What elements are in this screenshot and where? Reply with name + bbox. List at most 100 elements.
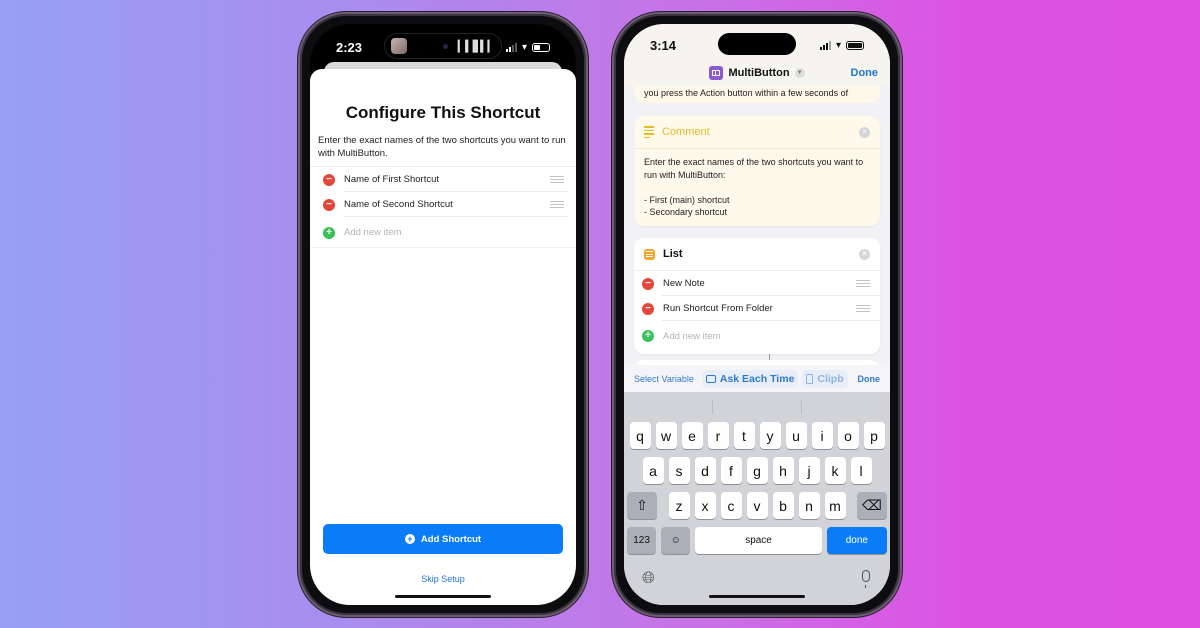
list-item-label[interactable]: Run Shortcut From Folder	[663, 303, 856, 314]
battery-icon	[846, 40, 864, 50]
key[interactable]: b	[772, 492, 794, 519]
list-item-label[interactable]: Name of First Shortcut	[344, 174, 550, 185]
remove-action-icon[interactable]: ×	[859, 248, 870, 260]
key[interactable]: z	[668, 492, 690, 519]
home-indicator[interactable]	[709, 595, 805, 598]
variable-accessory-bar: Select Variable Ask Each Time Clipb Done	[624, 365, 890, 392]
suggestion-slot[interactable]	[713, 400, 802, 414]
suggestion-slot[interactable]	[802, 400, 890, 414]
previous-comment-card: you press the Action button within a few…	[634, 86, 880, 103]
remove-item-icon[interactable]: −	[323, 198, 335, 211]
phone-left-screen: 2:23 ▾ ▎▍▋▍▎ Configure This Shortcut Ent…	[310, 24, 576, 605]
status-icons: ▾	[819, 39, 864, 51]
speech-bubble-icon	[705, 374, 716, 383]
key[interactable]: i	[811, 422, 833, 449]
audio-waveform-icon: ▎▍▋▍▎	[457, 40, 496, 53]
predictive-bar	[624, 392, 890, 422]
list-item[interactable]: − Run Shortcut From Folder	[634, 296, 880, 321]
add-item-icon[interactable]: +	[323, 226, 335, 239]
home-indicator[interactable]	[395, 595, 491, 598]
key[interactable]: d	[694, 457, 716, 484]
comment-card-header: Comment ×	[634, 116, 880, 149]
ask-each-time-button[interactable]: Ask Each Time	[701, 369, 799, 388]
status-time: 2:23	[336, 39, 363, 55]
drag-handle-icon[interactable]	[550, 201, 564, 208]
key[interactable]: w	[655, 422, 677, 449]
space-key[interactable]: space	[695, 527, 822, 554]
clipboard-button[interactable]: Clipb	[802, 369, 848, 388]
plus-circle-icon: +	[404, 534, 415, 544]
list-card-title: List	[663, 248, 683, 260]
navigation-bar: MultiButton ▼ Done	[624, 60, 890, 86]
emoji-key[interactable]: ☺	[661, 527, 691, 554]
list-item[interactable]: − Name of Second Shortcut	[310, 192, 576, 217]
wifi-icon: ▾	[835, 39, 841, 51]
chevron-down-icon: ▼	[794, 68, 805, 78]
list-item-label[interactable]: New Note	[663, 278, 856, 289]
list-item-label[interactable]: Name of Second Shortcut	[344, 199, 550, 210]
microphone-icon[interactable]	[862, 570, 870, 588]
add-item-icon[interactable]: +	[642, 330, 654, 342]
remove-item-icon[interactable]: −	[323, 173, 335, 186]
add-item-row[interactable]: + Add new item	[310, 217, 576, 248]
key[interactable]: y	[759, 422, 781, 449]
globe-icon[interactable]: 🌐︎	[642, 570, 655, 588]
key[interactable]: q	[629, 422, 651, 449]
nav-done-button[interactable]: Done	[851, 67, 879, 79]
add-shortcut-button[interactable]: + Add Shortcut	[323, 524, 563, 554]
remove-item-icon[interactable]: −	[642, 302, 654, 315]
list-action-card[interactable]: List × − New Note − Run Shortcut From Fo…	[634, 238, 880, 354]
key[interactable]: m	[824, 492, 846, 519]
drag-handle-icon[interactable]	[550, 176, 564, 183]
key[interactable]: v	[746, 492, 768, 519]
drag-handle-icon[interactable]	[856, 280, 870, 287]
key[interactable]: j	[798, 457, 820, 484]
list-item[interactable]: − Name of First Shortcut	[310, 167, 576, 192]
shift-key[interactable]: ⇧	[627, 492, 657, 519]
comment-action-card[interactable]: Comment × Enter the exact names of the t…	[634, 116, 880, 226]
emoji-icon: ☺	[670, 535, 681, 546]
accessory-done-button[interactable]: Done	[858, 374, 881, 384]
dynamic-island[interactable]: ▎▍▋▍▎	[384, 33, 502, 59]
key[interactable]: r	[707, 422, 729, 449]
sheet-description: Enter the exact names of the two shortcu…	[318, 135, 566, 159]
key[interactable]: k	[824, 457, 846, 484]
key[interactable]: e	[681, 422, 703, 449]
key[interactable]: f	[720, 457, 742, 484]
comment-text[interactable]: Enter the exact names of the two shortcu…	[634, 149, 880, 226]
keyboard: q w e r t y u i o p a s d f g h j k l ⇧ …	[624, 392, 890, 605]
key[interactable]: t	[733, 422, 755, 449]
key[interactable]: x	[694, 492, 716, 519]
remove-action-icon[interactable]: ×	[859, 126, 870, 138]
phone-right-screen: 3:14 ▾ MultiButton ▼ Done you press the …	[624, 24, 890, 605]
backspace-key[interactable]: ⌫	[857, 492, 887, 519]
comment-card-title: Comment	[662, 126, 710, 138]
numbers-key[interactable]: 123	[627, 527, 657, 554]
drag-handle-icon[interactable]	[856, 305, 870, 312]
key[interactable]: g	[746, 457, 768, 484]
key[interactable]: c	[720, 492, 742, 519]
ask-each-time-label: Ask Each Time	[719, 372, 795, 385]
keyboard-done-key[interactable]: done	[826, 527, 888, 554]
add-item-input[interactable]: Add new item	[344, 227, 564, 238]
list-item[interactable]: − New Note	[634, 271, 880, 296]
dynamic-island	[718, 33, 796, 55]
suggestion-slot[interactable]	[624, 400, 713, 414]
key[interactable]: p	[863, 422, 885, 449]
add-item-row[interactable]: + Add new item	[634, 321, 880, 351]
phone-left: 2:23 ▾ ▎▍▋▍▎ Configure This Shortcut Ent…	[298, 12, 588, 617]
key[interactable]: s	[668, 457, 690, 484]
select-variable-button[interactable]: Select Variable	[634, 374, 694, 384]
key[interactable]: o	[837, 422, 859, 449]
key[interactable]: l	[850, 457, 872, 484]
key[interactable]: h	[772, 457, 794, 484]
add-item-input[interactable]: Add new item	[663, 331, 870, 342]
shift-icon: ⇧	[636, 497, 648, 513]
battery-icon	[532, 42, 550, 52]
shortcut-title-menu[interactable]: MultiButton ▼	[709, 66, 805, 80]
key[interactable]: n	[798, 492, 820, 519]
key[interactable]: a	[642, 457, 664, 484]
skip-setup-link[interactable]: Skip Setup	[310, 574, 576, 584]
remove-item-icon[interactable]: −	[642, 277, 654, 290]
key[interactable]: u	[785, 422, 807, 449]
